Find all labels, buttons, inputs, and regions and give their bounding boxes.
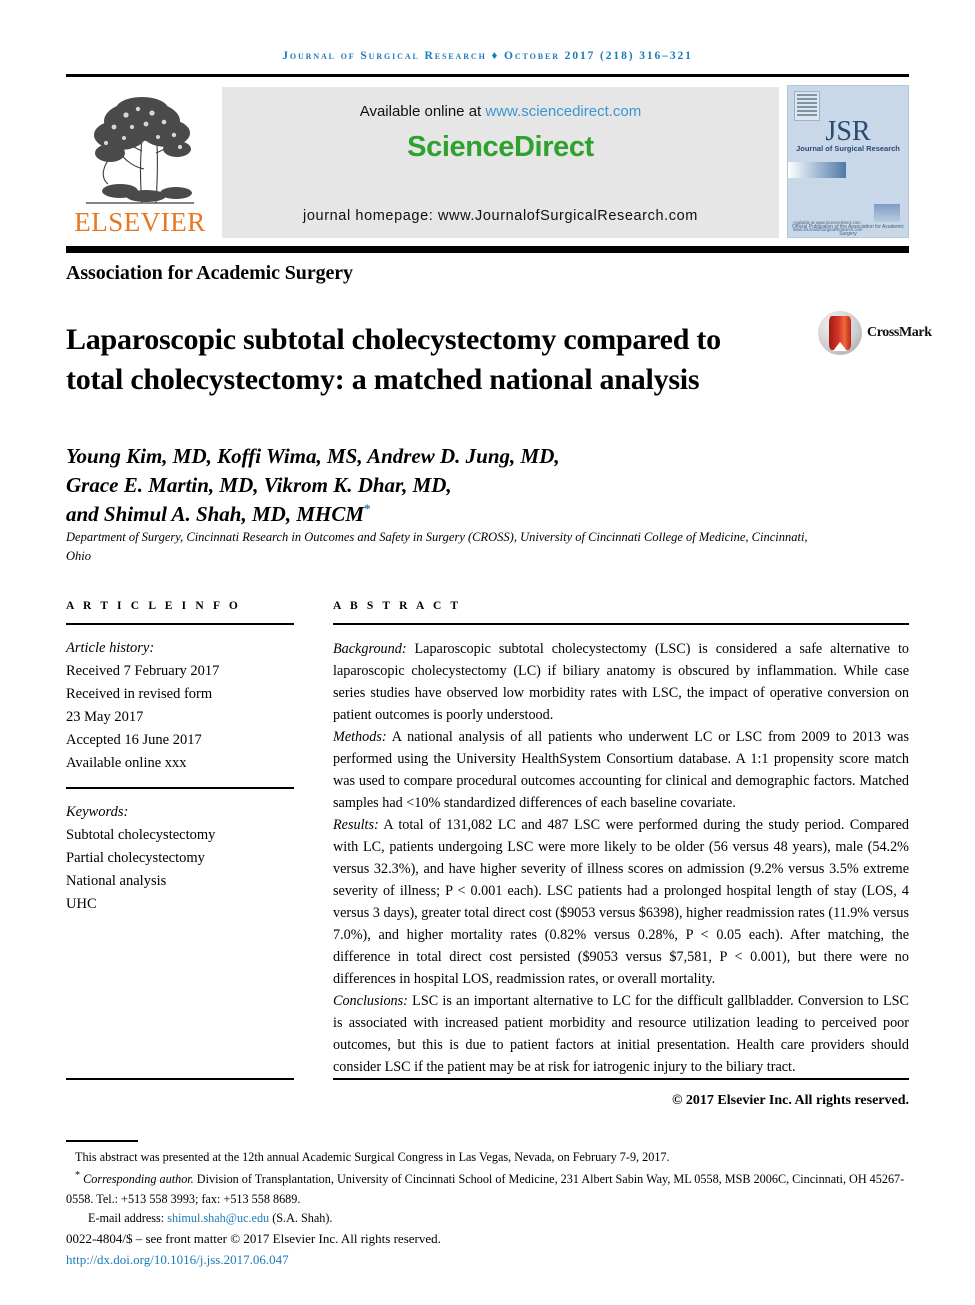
abstract-bottom-rule [333, 1078, 909, 1080]
article-info-bottom-rule [66, 1078, 294, 1080]
email-link[interactable]: shimul.shah@uc.edu [167, 1211, 269, 1225]
abstract-label-background: Background: [333, 641, 407, 657]
article-info-column: A R T I C L E I N F O Article history: R… [66, 600, 294, 916]
article-info-rule-2 [66, 787, 294, 790]
footnotes: This abstract was presented at the 12th … [66, 1148, 911, 1229]
history-item-revised-date: 23 May 2017 [66, 708, 144, 725]
journal-homepage-line: journal homepage: www.JournalofSurgicalR… [303, 208, 698, 224]
cover-thumbnail-icon [794, 91, 820, 121]
available-online-line: Available online at www.sciencedirect.co… [222, 103, 779, 120]
corresponding-author-marker: * [364, 500, 371, 516]
affiliation: Department of Surgery, Cincinnati Resear… [66, 530, 808, 563]
sciencedirect-banner: Available online at www.sciencedirect.co… [222, 87, 779, 238]
cover-title: JSR [825, 116, 871, 147]
abstract-body: Background: Laparoscopic subtotal cholec… [333, 638, 909, 1112]
cover-accent-bar-left [788, 162, 846, 178]
abstract-label-results: Results: [333, 817, 379, 833]
footnote-presented: This abstract was presented at the 12th … [75, 1150, 670, 1164]
article-info-heading: A R T I C L E I N F O [66, 600, 241, 612]
article-first-page: Journal of Surgical Research ♦ October 2… [0, 0, 975, 1305]
journal-cover-image: JSR Journal of Surgical Research Officia… [787, 85, 909, 238]
cover-accent-bar-right [874, 204, 900, 222]
keywords-block: Keywords: Subtotal cholecystectomy Parti… [66, 801, 294, 916]
elsevier-tree-icon [80, 91, 200, 207]
cover-footer-text: Available at www.ScienceDirect.com www.J… [793, 220, 863, 232]
article-history-block: Article history: Received 7 February 201… [66, 637, 294, 774]
email-suffix: (S.A. Shah). [269, 1211, 333, 1226]
abstract-paragraph-results: Results: A total of 131,082 LC and 487 L… [333, 814, 909, 990]
history-item-received: Received 7 February 2017 [66, 662, 220, 679]
author-line-2: Grace E. Martin, MD, Vikrom K. Dhar, MD, [66, 472, 452, 497]
abstract-text-conclusions: LSC is an important alternative to LC fo… [333, 993, 909, 1075]
masthead: ELSEVIER Available online at www.science… [66, 85, 909, 238]
abstract-text-results: A total of 131,082 LC and 487 LSC were p… [333, 817, 909, 987]
masthead-rule-bottom [66, 246, 909, 253]
author-list: Young Kim, MD, Koffi Wima, MS, Andrew D.… [66, 442, 766, 529]
author-line-1: Young Kim, MD, Koffi Wima, MS, Andrew D.… [66, 444, 560, 468]
abstract-rule [333, 623, 909, 625]
elsevier-wordmark: ELSEVIER [74, 207, 206, 237]
abstract-heading: A B S T R A C T [333, 600, 462, 612]
abstract-paragraph-background: Background: Laparoscopic subtotal cholec… [333, 638, 909, 726]
article-history-label: Article history: [66, 640, 155, 656]
crossmark-icon [818, 311, 862, 355]
keywords-label: Keywords: [66, 804, 129, 821]
keyword-1: Subtotal cholecystectomy [66, 827, 216, 844]
footnote-corresponding-lead: Corresponding author. [83, 1171, 194, 1186]
footnote-email: E-mail address: shimul.shah@uc.edu (S.A.… [66, 1209, 911, 1229]
sciencedirect-url-link[interactable]: www.sciencedirect.com [485, 103, 641, 120]
keyword-3: National analysis [66, 873, 167, 890]
abstract-copyright: © 2017 Elsevier Inc. All rights reserved… [671, 1093, 909, 1108]
history-item-accepted: Accepted 16 June 2017 [66, 731, 202, 748]
abstract-label-methods: Methods: [333, 729, 387, 745]
abstract-column: A B S T R A C T Background: Laparoscopic… [333, 600, 909, 1112]
doi-link[interactable]: http://dx.doi.org/10.1016/j.jss.2017.06.… [66, 1252, 289, 1268]
abstract-label-conclusions: Conclusions: [333, 993, 408, 1009]
keyword-4: UHC [66, 896, 97, 913]
email-label: E-mail address: [88, 1211, 168, 1226]
article-info-rule [66, 623, 294, 625]
issn-front-matter: 0022-4804/$ – see front matter © 2017 El… [66, 1231, 441, 1246]
society-name: Association for Academic Surgery [66, 262, 353, 284]
abstract-paragraph-conclusions: Conclusions: LSC is an important alterna… [333, 990, 909, 1078]
header-rule-top [66, 74, 909, 77]
crossmark-badge[interactable]: CrossMark [818, 308, 932, 358]
page-title: Laparoscopic subtotal cholecystectomy co… [66, 323, 721, 396]
abstract-text-methods: A national analysis of all patients who … [333, 729, 909, 811]
elsevier-logo: ELSEVIER [66, 85, 214, 238]
cover-subtitle: Journal of Surgical Research [796, 144, 900, 153]
journal-running-head: Journal of Surgical Research ♦ October 2… [282, 50, 693, 62]
available-online-text: Available online at [359, 103, 486, 120]
author-line-3: and Shimul A. Shah, MD, MHCM* [66, 500, 766, 529]
history-item-online: Available online xxx [66, 754, 187, 771]
crossmark-label: CrossMark [867, 325, 932, 340]
abstract-paragraph-methods: Methods: A national analysis of all pati… [333, 726, 909, 814]
sciencedirect-wordmark: ScienceDirect [407, 131, 594, 163]
footnote-corresponding-marker: * [75, 1169, 81, 1181]
footnote-separator-rule [66, 1140, 138, 1142]
abstract-text-background: Laparoscopic subtotal cholecystectomy (L… [333, 641, 909, 723]
keyword-2: Partial cholecystectomy [66, 850, 205, 867]
footnote-corresponding: * Corresponding author. Division of Tran… [66, 1168, 911, 1210]
author-line-3-text: and Shimul A. Shah, MD, MHCM [66, 501, 365, 526]
history-item-revised: Received in revised form [66, 685, 213, 702]
